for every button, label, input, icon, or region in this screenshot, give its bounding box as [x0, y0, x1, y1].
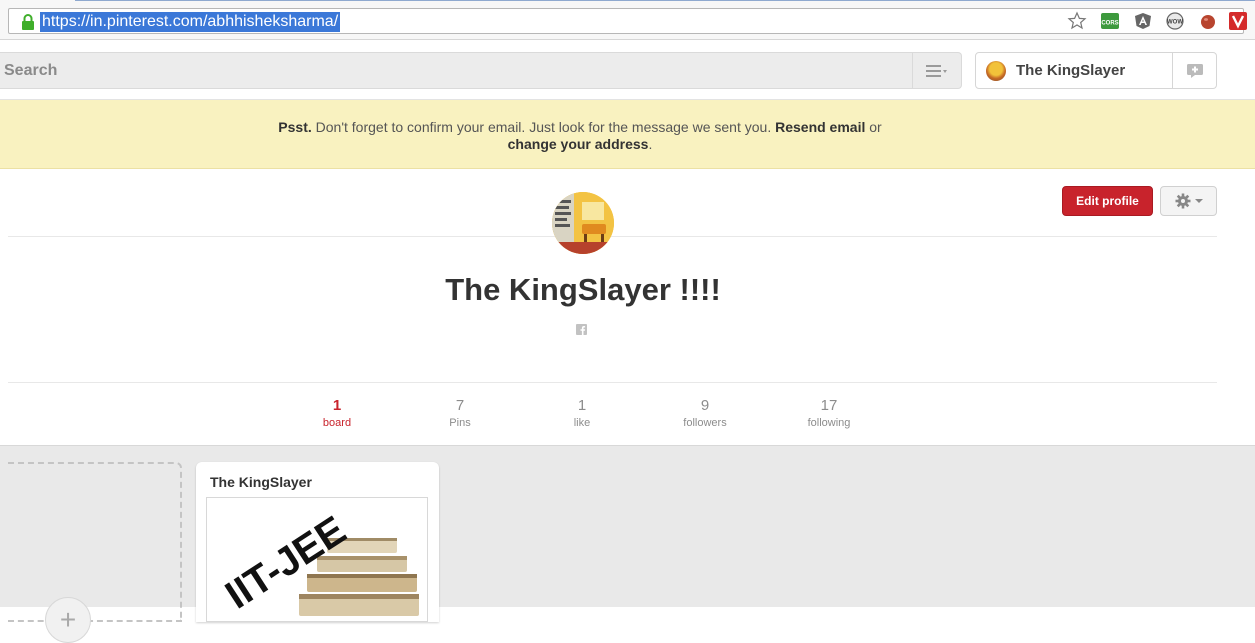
- user-name: The KingSlayer: [1016, 62, 1126, 79]
- plus-icon[interactable]: +: [45, 597, 91, 643]
- stat-label: like: [573, 417, 591, 429]
- stat-boards[interactable]: 1 board: [292, 398, 382, 430]
- notice-text: Psst. Don't forget to confirm your email…: [270, 119, 890, 153]
- cors-extension-icon[interactable]: CORS: [1100, 11, 1120, 31]
- stat-label: following: [807, 417, 851, 429]
- messages-button[interactable]: [1173, 52, 1217, 89]
- avatar: [986, 61, 1006, 81]
- stat-likes[interactable]: 1 like: [537, 398, 627, 430]
- divider: [8, 382, 1217, 383]
- menu-button[interactable]: [912, 53, 960, 88]
- site-header: The KingSlayer: [0, 40, 1255, 100]
- stat-following[interactable]: 17 following: [784, 398, 874, 430]
- tomato-extension-icon[interactable]: [1198, 11, 1218, 31]
- profile-avatar: [552, 192, 614, 254]
- stat-number: 1: [332, 397, 342, 414]
- profile-stats: 1 board 7 Pins 1 like 9 followers 17 fol…: [0, 398, 1255, 438]
- notice-text-part1: Don't forget to confirm your email. Just…: [311, 119, 776, 135]
- user-profile-button[interactable]: The KingSlayer: [975, 52, 1173, 89]
- create-board-tile[interactable]: +: [8, 462, 182, 643]
- board-card[interactable]: The KingSlayer IIT-JEE: [196, 462, 439, 622]
- profile-avatar-image: [552, 192, 614, 254]
- lock-icon: [22, 14, 34, 30]
- profile-header: Edit profile The KingSlayer !!!! 1 board…: [0, 170, 1255, 445]
- notice-lead: Psst.: [278, 119, 312, 135]
- chevron-down-icon: [1194, 199, 1203, 203]
- stat-label: followers: [683, 417, 727, 429]
- speech-bubble-icon: [1186, 63, 1203, 78]
- board-cover-image[interactable]: IIT-JEE: [206, 497, 428, 622]
- vivaldi-extension-icon[interactable]: [1228, 11, 1248, 31]
- stat-label: board: [322, 417, 352, 429]
- stat-number: 17: [820, 397, 838, 414]
- facebook-icon[interactable]: [576, 324, 587, 335]
- browser-address-bar: https://in.pinterest.com/abhhisheksharma…: [0, 0, 1255, 40]
- hamburger-icon: [925, 64, 947, 77]
- resend-email-link[interactable]: Resend email: [775, 119, 865, 135]
- star-icon[interactable]: [1067, 11, 1087, 31]
- gear-icon: [1175, 193, 1190, 209]
- edit-profile-button[interactable]: Edit profile: [1062, 186, 1153, 216]
- search-input[interactable]: [4, 53, 904, 88]
- stat-followers[interactable]: 9 followers: [660, 398, 750, 430]
- change-address-link[interactable]: change your address: [508, 136, 649, 152]
- stat-number: 1: [577, 397, 587, 414]
- boards-grid: + The KingSlayer IIT-JEE: [0, 445, 1255, 643]
- stat-number: 7: [455, 397, 465, 414]
- cors-extension-label: CORS: [1101, 21, 1118, 27]
- wow-extension-label: WOW: [1167, 20, 1183, 26]
- notice-text-part3: .: [648, 136, 653, 152]
- board-cover-art: IIT-JEE: [207, 498, 427, 621]
- tab-strip-edge: [75, 0, 1255, 4]
- search-box[interactable]: [0, 52, 962, 89]
- settings-button[interactable]: [1160, 186, 1217, 216]
- divider: [8, 236, 1217, 237]
- board-title: The KingSlayer: [210, 474, 312, 490]
- notice-text-part2: or: [865, 119, 882, 135]
- email-confirm-notice: Psst. Don't forget to confirm your email…: [0, 100, 1255, 169]
- angular-extension-icon[interactable]: [1133, 11, 1153, 31]
- profile-name: The KingSlayer !!!!: [445, 272, 721, 307]
- stat-label: Pins: [449, 417, 471, 429]
- stat-number: 9: [700, 397, 710, 414]
- stat-pins[interactable]: 7 Pins: [415, 398, 505, 430]
- url-text[interactable]: https://in.pinterest.com/abhhisheksharma…: [40, 12, 341, 32]
- wow-extension-icon[interactable]: WOW: [1165, 11, 1185, 31]
